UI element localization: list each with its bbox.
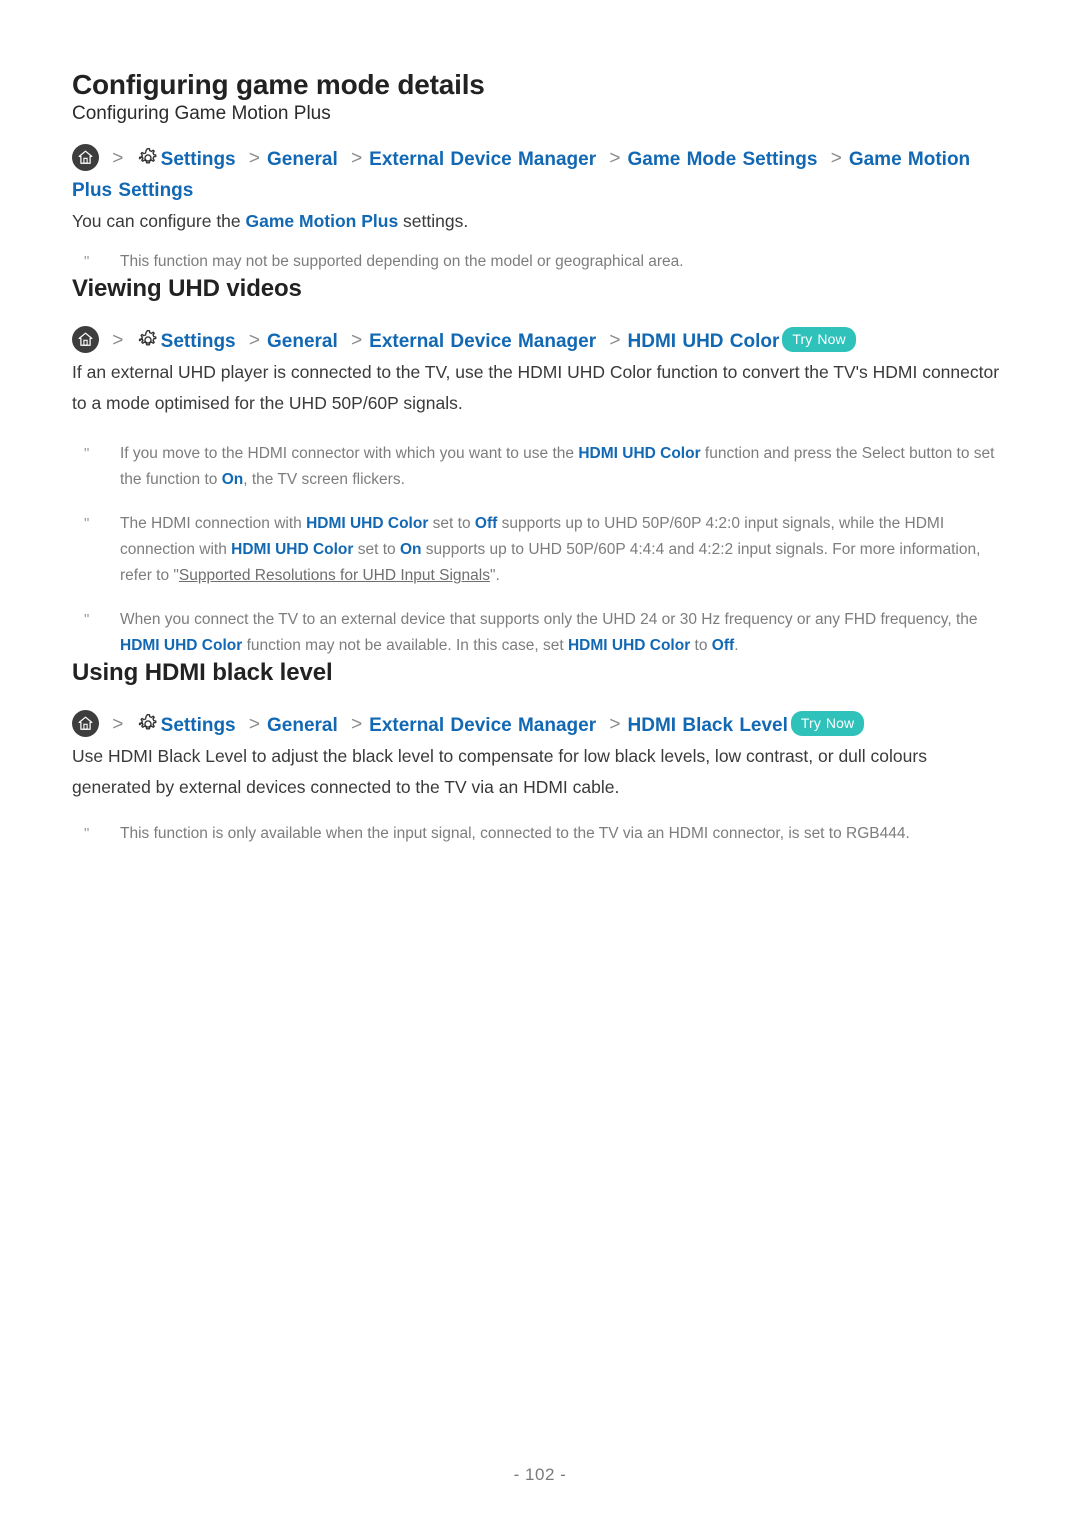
chevron-right-icon: > [351, 330, 363, 352]
inline-highlight: HDMI UHD Color [306, 515, 429, 533]
gear-icon[interactable] [137, 329, 159, 351]
gear-icon[interactable] [137, 713, 159, 735]
note-text: This function may not be supported depen… [120, 253, 684, 271]
home-icon[interactable] [72, 709, 99, 737]
inline-text: set to [428, 515, 475, 533]
chevron-right-icon: > [248, 330, 261, 352]
try-now-badge[interactable]: Try Now [790, 710, 865, 736]
chevron-right-icon: > [112, 330, 124, 352]
paragraph-game-motion-plus: You can configure the Game Motion Plus s… [72, 206, 1008, 237]
note-item: " This function may not be supported dep… [72, 249, 1008, 275]
inline-highlight: On [221, 471, 244, 489]
inline-text: If you move to the HDMI connector with w… [120, 445, 579, 463]
chevron-right-icon: > [609, 330, 621, 352]
home-icon[interactable] [72, 326, 99, 354]
paragraph-using-hdmi-black-level: Use HDMI Black Level to adjust the black… [72, 745, 927, 797]
cross-reference-link[interactable]: Supported Resolutions for UHD Input Sign… [179, 567, 490, 584]
inline-highlight-game-motion-plus: Game Motion Plus [245, 211, 399, 232]
inline-text: The HDMI connection with [120, 515, 307, 533]
inline-text: function may not be available. In this c… [242, 637, 568, 655]
inline-highlight: Off [474, 515, 498, 533]
chevron-right-icon: > [351, 148, 363, 170]
page-number: - 102 - [513, 1465, 567, 1484]
breadcrumb-crumb-settings[interactable]: Settings [161, 331, 236, 352]
note-marker-icon: " [84, 445, 90, 463]
breadcrumb-crumb-game-mode-settings[interactable]: Game Mode Settings [628, 149, 818, 170]
note-item: " If you move to the HDMI connector with… [72, 441, 1008, 493]
note-marker-icon: " [84, 515, 90, 533]
inline-highlight: HDMI UHD Color [567, 637, 691, 655]
breadcrumb-crumb-settings[interactable]: Settings [161, 715, 236, 736]
breadcrumb-hdmi-black-level[interactable]: > Settings > General > External Device Man… [72, 709, 1008, 741]
breadcrumb-crumb-general[interactable]: General [267, 715, 338, 736]
chevron-right-icon: > [609, 713, 621, 735]
inline-text: ". [489, 567, 500, 585]
breadcrumb-crumb-hdmi-black-level[interactable]: HDMI Black Level [628, 715, 788, 736]
note-text: The HDMI connection with HDMI UHD Color … [120, 511, 1008, 589]
breadcrumb-crumb-external-device-manager[interactable]: External Device Manager [369, 331, 596, 352]
breadcrumb-crumb-hdmi-uhd-color[interactable]: HDMI UHD Color [628, 331, 780, 352]
chevron-right-icon: > [112, 713, 124, 735]
breadcrumb-game-motion-plus[interactable]: > Settings > General > External Device Man… [72, 144, 1008, 206]
paragraph-text-after: settings. [398, 211, 469, 232]
note-item: " This function is only available when t… [72, 821, 1008, 847]
gear-icon[interactable] [137, 147, 159, 169]
note-item: " When you connect the TV to an external… [72, 607, 1008, 659]
note-text: When you connect the TV to an external d… [120, 607, 1008, 659]
note-text: This function is only available when the… [120, 824, 910, 842]
note-text: If you move to the HDMI connector with w… [120, 441, 1008, 493]
inline-highlight: HDMI UHD Color [120, 637, 243, 655]
breadcrumb-crumb-settings[interactable]: Settings [161, 149, 236, 170]
note-marker-icon: " [84, 253, 90, 271]
section-heading-using-hdmi-black-level: Using HDMI black level [72, 659, 333, 687]
subsection-heading-game-motion-plus: Configuring Game Motion Plus [72, 102, 331, 124]
inline-highlight: On [399, 541, 422, 559]
inline-text: When you connect the TV to an external d… [120, 611, 978, 629]
chevron-right-icon: > [248, 713, 261, 735]
chevron-right-icon: > [112, 148, 124, 170]
note-marker-icon: " [84, 824, 90, 842]
chevron-right-icon: > [609, 148, 621, 170]
home-icon[interactable] [72, 144, 99, 172]
note-item: " The HDMI connection with HDMI UHD Colo… [72, 511, 1008, 589]
inline-text: set to [353, 541, 400, 559]
chevron-right-icon: > [830, 148, 842, 170]
inline-highlight: HDMI UHD Color [578, 445, 701, 463]
try-now-badge[interactable]: Try Now [782, 327, 856, 353]
breadcrumb-crumb-general[interactable]: General [267, 149, 338, 170]
inline-text: . [734, 637, 739, 655]
breadcrumb-crumb-external-device-manager[interactable]: External Device Manager [369, 715, 596, 736]
paragraph-text-before: You can configure the [72, 211, 246, 232]
manual-page: Configuring game mode details Configurin… [0, 0, 1080, 1527]
inline-text: , the TV screen flickers. [243, 471, 405, 489]
section-heading-viewing-uhd-videos: Viewing UHD videos [72, 275, 302, 303]
note-marker-icon: " [84, 611, 90, 629]
paragraph-viewing-uhd-videos: If an external UHD player is connected t… [72, 362, 1000, 414]
inline-text: to [690, 637, 712, 655]
page-title: Configuring game mode details [72, 69, 485, 100]
inline-highlight: Off [711, 637, 735, 655]
breadcrumb-crumb-general[interactable]: General [267, 331, 338, 352]
chevron-right-icon: > [248, 148, 261, 170]
breadcrumb-crumb-external-device-manager[interactable]: External Device Manager [369, 149, 596, 170]
chevron-right-icon: > [351, 713, 363, 735]
inline-highlight: HDMI UHD Color [231, 541, 354, 559]
breadcrumb-hdmi-uhd-color[interactable]: > Settings > General > External Device Man… [72, 326, 1008, 357]
